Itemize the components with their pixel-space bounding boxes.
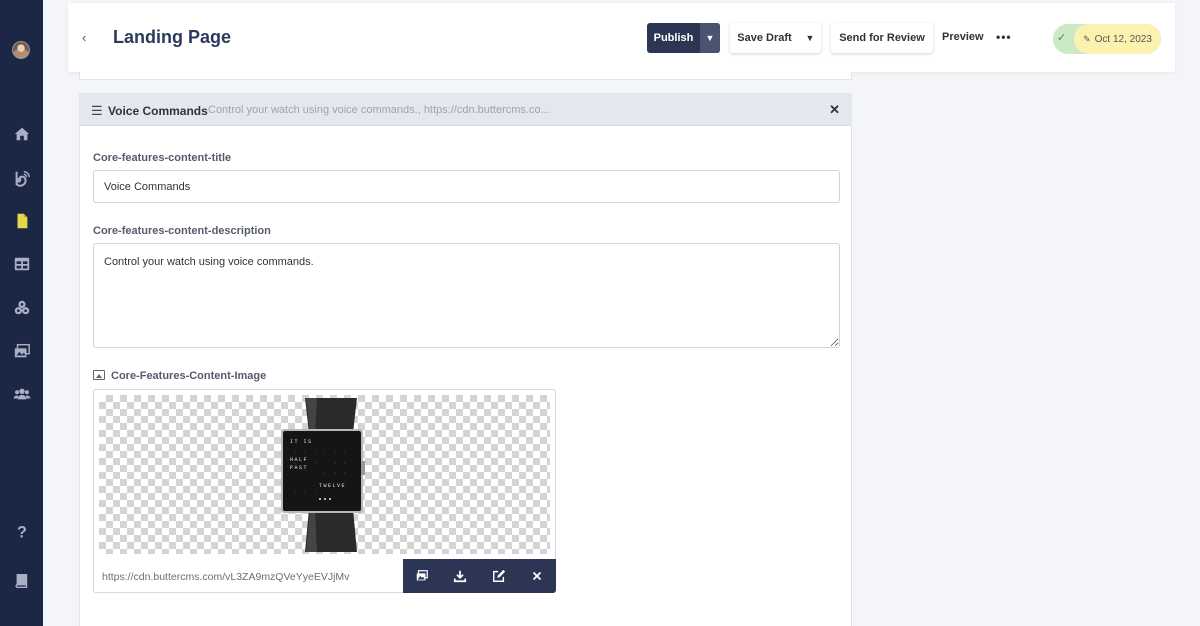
title-input[interactable] <box>93 170 840 203</box>
drag-handle-icon[interactable]: ☰ <box>91 103 103 119</box>
preview-button[interactable]: Preview <box>942 31 984 43</box>
save-draft-button-group: Save Draft ▼ <box>730 23 821 53</box>
draft-date: Oct 12, 2023 <box>1094 33 1152 45</box>
send-for-review-button[interactable]: Send for Review <box>831 23 933 53</box>
image-toolbar <box>403 559 556 593</box>
save-draft-dropdown-icon[interactable]: ▼ <box>799 23 821 53</box>
avatar[interactable] <box>12 41 30 59</box>
help-icon[interactable]: ? <box>11 520 33 542</box>
download-icon[interactable] <box>441 559 479 593</box>
image-field: IT IS HALF PAST TWELVE https://cdn.butte… <box>93 389 556 593</box>
users-icon[interactable] <box>11 383 33 405</box>
sidebar: ? <box>0 0 43 626</box>
pencil-icon: ✎ <box>1083 33 1091 44</box>
watch-face-line-2: HALF <box>290 457 308 463</box>
image-field-label: Core-Features-Content-Image <box>111 370 267 382</box>
image-library-icon[interactable] <box>403 559 441 593</box>
save-draft-button[interactable]: Save Draft <box>730 23 799 53</box>
title-field-label: Core-features-content-title <box>93 152 232 164</box>
page-title: Landing Page <box>113 27 232 47</box>
component-header[interactable]: ☰ Voice Commands Control your watch usin… <box>80 94 851 126</box>
previous-section-edge <box>79 72 852 80</box>
component-summary: Control your watch using voice commands.… <box>208 104 550 116</box>
watch-face-line-4: TWELVE <box>319 483 346 489</box>
blog-icon[interactable] <box>11 167 33 189</box>
components-icon[interactable] <box>11 297 33 319</box>
description-field-label: Core-features-content-description <box>93 225 271 237</box>
watch-image: IT IS HALF PAST TWELVE <box>281 398 365 552</box>
editor-header: ‹ Landing Page Publish ▼ Save Draft ▼ Se… <box>68 3 1175 72</box>
home-icon[interactable] <box>11 123 33 145</box>
collections-icon[interactable] <box>11 253 33 275</box>
description-textarea[interactable]: Control your watch using voice commands. <box>93 243 840 348</box>
more-options-icon[interactable]: ••• <box>996 30 1012 44</box>
pages-icon[interactable] <box>11 210 33 232</box>
image-field-icon <box>93 370 105 380</box>
component-title: Voice Commands <box>108 104 208 118</box>
remove-image-icon[interactable] <box>518 559 556 593</box>
watch-face-line-3: PAST <box>290 465 308 471</box>
component-panel: ☰ Voice Commands Control your watch usin… <box>79 93 852 626</box>
published-check-icon: ✓ <box>1057 32 1067 44</box>
draft-date-badge[interactable]: ✎ Oct 12, 2023 <box>1074 24 1161 54</box>
media-icon[interactable] <box>11 340 33 362</box>
svg-text:?: ? <box>17 523 27 540</box>
image-preview[interactable]: IT IS HALF PAST TWELVE <box>99 395 550 554</box>
back-button[interactable]: ‹ <box>82 30 86 45</box>
edit-image-icon[interactable] <box>480 559 518 593</box>
publish-button[interactable]: Publish <box>647 23 700 53</box>
image-url[interactable]: https://cdn.buttercms.com/vL3ZA9mzQVeYye… <box>94 560 402 593</box>
docs-book-icon[interactable] <box>11 570 33 592</box>
publish-button-group: Publish ▼ <box>647 23 720 53</box>
publish-dropdown-icon[interactable]: ▼ <box>700 23 720 53</box>
watch-face-line-1: IT IS <box>290 439 313 445</box>
remove-component-icon[interactable]: ✕ <box>829 102 840 118</box>
